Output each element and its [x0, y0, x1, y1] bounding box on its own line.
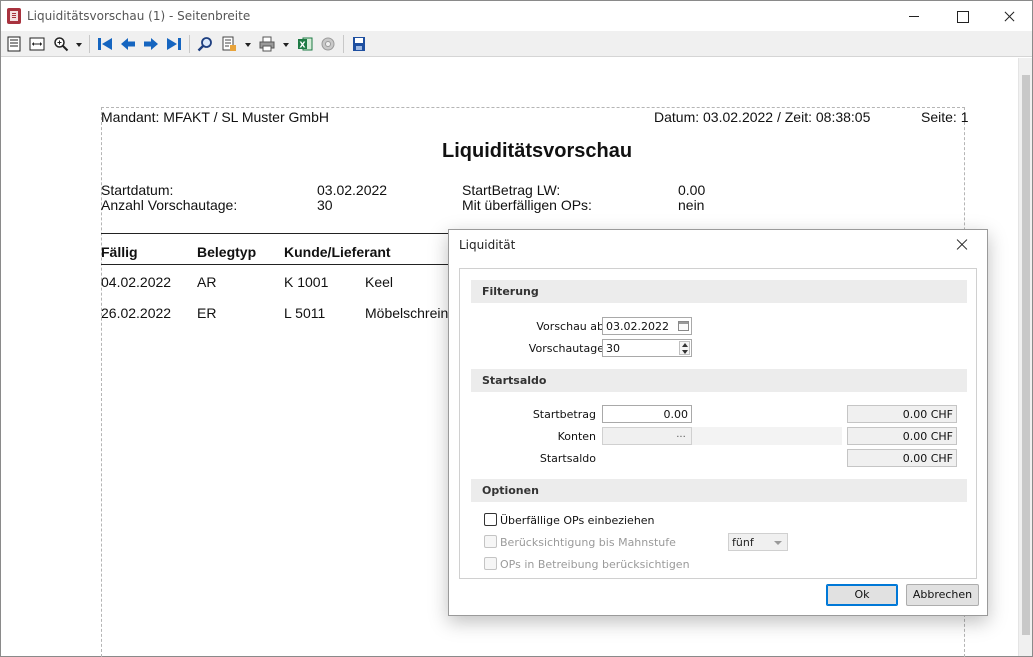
row-faellig: 04.02.2022: [101, 274, 172, 290]
report-page-number: Seite: 1: [921, 109, 969, 125]
scrollbar-thumb[interactable]: [1022, 75, 1030, 635]
optionen-section-header: Optionen: [471, 479, 967, 502]
calendar-icon[interactable]: [678, 321, 689, 331]
report-title: Liquiditätsvorschau: [442, 140, 633, 162]
vorschau-ab-value: 03.02.2022: [606, 320, 669, 333]
konten-field: ...: [602, 427, 692, 445]
vorschau-ab-label: Vorschau ab: [536, 320, 604, 333]
startbetrag-label: Startbetrag: [532, 408, 596, 421]
table-header-rule: [101, 264, 451, 265]
startsaldo-section-header: Startsaldo: [471, 369, 967, 392]
row-belegtyp: AR: [197, 274, 217, 290]
ueberfaellige-ops-label: Mit überfälligen OPs:: [462, 197, 592, 213]
print-dropdown-icon[interactable]: [283, 43, 289, 47]
zoom-dropdown-icon[interactable]: [76, 43, 82, 47]
startsaldo-chf-display: 0.00 CHF: [847, 449, 957, 467]
abbrechen-button[interactable]: Abbrechen: [906, 584, 979, 606]
mahnstufe-value: fünf: [732, 536, 754, 549]
page-width-icon[interactable]: [29, 36, 45, 52]
export-document-icon[interactable]: [221, 36, 237, 52]
single-page-icon[interactable]: [6, 36, 22, 52]
report-viewer-window: Liquiditätsvorschau (1) - Seitenbreite X…: [0, 0, 1033, 657]
last-page-icon[interactable]: [166, 36, 182, 52]
toolbar: X: [1, 31, 1032, 57]
spinner-icon[interactable]: [679, 341, 690, 355]
startbetrag-input[interactable]: 0.00: [602, 405, 692, 423]
minimize-button[interactable]: [891, 1, 937, 31]
window-title: Liquiditätsvorschau (1) - Seitenbreite: [27, 9, 251, 23]
startbetrag-value: 0.00: [678, 182, 706, 198]
startbetrag-chf-display: 0.00 CHF: [847, 405, 957, 423]
export-dropdown-icon[interactable]: [245, 43, 251, 47]
search-icon[interactable]: [197, 36, 213, 52]
chevron-down-icon: [774, 541, 782, 545]
row-kunden-nr: K 1001: [284, 274, 329, 290]
anzahl-vorschautage-label: Anzahl Vorschautage:: [101, 197, 238, 213]
column-header-belegtyp: Belegtyp: [197, 244, 257, 260]
excel-icon[interactable]: X: [297, 36, 313, 52]
startdatum-value: 03.02.2022: [317, 182, 388, 198]
startdatum-label: Startdatum:: [101, 182, 174, 198]
title-bar: Liquiditätsvorschau (1) - Seitenbreite: [1, 1, 1032, 31]
mahnstufe-select: fünf: [728, 533, 788, 551]
row-kunden-nr: L 5011: [284, 305, 326, 321]
vorschautage-label: Vorschautage: [528, 342, 604, 355]
ueberfaellige-ops-checkbox[interactable]: [484, 513, 497, 526]
dialog-close-icon[interactable]: [954, 237, 970, 253]
next-page-icon[interactable]: [143, 36, 159, 52]
print-icon[interactable]: [259, 36, 275, 52]
startsaldo-label: Startsaldo: [539, 452, 596, 465]
dialog-title: Liquidität: [459, 238, 516, 252]
liquiditaet-dialog: Liquidität Filterung Vorschau ab 03.02.2…: [448, 229, 988, 616]
row-name: Keel: [365, 274, 394, 290]
ueberfaellige-ops-value: nein: [678, 197, 705, 213]
vertical-scrollbar[interactable]: [1018, 58, 1032, 656]
mahnstufe-checkbox: [484, 535, 497, 548]
ok-button[interactable]: Ok: [826, 584, 898, 606]
toolbar-separator: [189, 35, 190, 53]
konten-chf-display: 0.00 CHF: [847, 427, 957, 445]
previous-page-icon[interactable]: [120, 36, 136, 52]
toolbar-separator: [343, 35, 344, 53]
gear-icon[interactable]: [320, 36, 336, 52]
toolbar-separator: [89, 35, 90, 53]
anzahl-vorschautage-value: 30: [317, 197, 333, 213]
close-window-button[interactable]: [986, 1, 1032, 31]
table-top-rule: [101, 233, 451, 234]
column-header-faellig: Fällig: [101, 244, 138, 260]
report-app-icon: [7, 8, 21, 24]
row-faellig: 26.02.2022: [101, 305, 172, 321]
row-belegtyp: ER: [197, 305, 217, 321]
vorschautage-value: 30: [606, 342, 620, 355]
filterung-section-header: Filterung: [471, 280, 967, 303]
betreibung-checkbox: [484, 557, 497, 570]
column-header-kunde-lieferant: Kunde/Lieferant: [284, 244, 391, 260]
vorschau-ab-date-field[interactable]: 03.02.2022: [602, 317, 692, 335]
konten-label: Konten: [557, 430, 596, 443]
konten-browse-button[interactable]: ...: [672, 429, 690, 443]
zoom-icon[interactable]: [53, 36, 69, 52]
startbetrag-label: StartBetrag LW:: [462, 182, 561, 198]
dialog-body: Filterung Vorschau ab 03.02.2022 Vorscha…: [459, 268, 977, 579]
report-datum: Datum: 03.02.2022 / Zeit: 08:38:05: [654, 109, 871, 125]
konten-filler: [692, 427, 842, 445]
svg-text:X: X: [299, 41, 306, 50]
row-name: Möbelschreine: [365, 305, 457, 321]
vorschautage-stepper[interactable]: 30: [602, 339, 692, 357]
first-page-icon[interactable]: [97, 36, 113, 52]
ueberfaellige-ops-label: Überfällige OPs einbeziehen: [500, 514, 655, 527]
maximize-button[interactable]: [939, 1, 985, 31]
betreibung-label: OPs in Betreibung berücksichtigen: [500, 558, 690, 571]
mahnstufe-label: Berücksichtigung bis Mahnstufe: [500, 536, 676, 549]
save-icon[interactable]: [351, 36, 367, 52]
report-mandant: Mandant: MFAKT / SL Muster GmbH: [101, 109, 329, 125]
